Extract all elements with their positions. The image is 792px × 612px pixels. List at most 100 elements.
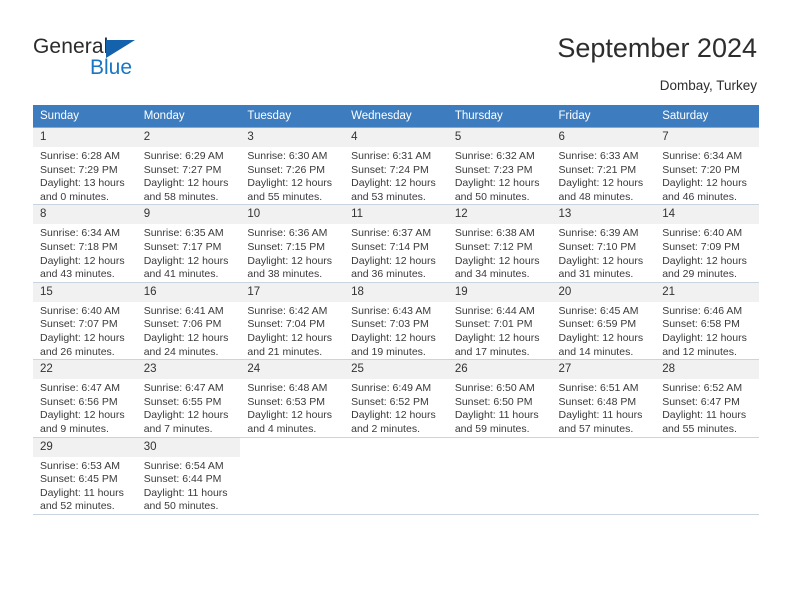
daylight-duration-line2: and 36 minutes.	[351, 268, 426, 281]
weekday-header-friday: Friday	[551, 105, 656, 128]
calendar-day-cell[interactable]: 11 Sunrise: 6:37 AM Sunset: 7:14 PM Dayligh…	[344, 204, 448, 283]
sunrise-time: Sunrise: 6:47 AM	[143, 382, 224, 395]
calendar-day-cell[interactable]: 14 Sunrise: 6:40 AM Sunset: 7:09 PM Dayligh…	[655, 204, 759, 283]
day-number	[655, 438, 759, 444]
sunrise-time: Sunrise: 6:32 AM	[454, 150, 535, 162]
calendar-day-cell[interactable]: 10 Sunrise: 6:36 AM Sunset: 7:15 PM Dayligh…	[240, 204, 345, 283]
daylight-duration-line1: Daylight: 12 hours	[351, 409, 436, 422]
sunrise-time: Sunrise: 6:54 AM	[143, 459, 224, 472]
calendar-day-cell[interactable]: 6 Sunrise: 6:33 AM Sunset: 7:21 PM Daylight…	[551, 126, 656, 206]
daylight-duration-line2: and 43 minutes.	[40, 268, 115, 281]
daylight-duration-line1: Daylight: 12 hours	[143, 254, 229, 267]
daylight-duration-line2: and 55 minutes.	[662, 422, 737, 435]
daylight-duration-line1: Daylight: 12 hours	[662, 254, 747, 267]
sunrise-time: Sunrise: 6:40 AM	[40, 304, 120, 317]
daylight-duration-line2: and 52 minutes.	[40, 500, 115, 513]
sunset-time: Sunset: 6:44 PM	[143, 473, 222, 486]
sunrise-time: Sunrise: 6:33 AM	[558, 150, 639, 162]
weekday-header-sunday: Sunday	[33, 105, 137, 128]
day-number: 14	[655, 205, 759, 225]
sunrise-time: Sunrise: 6:34 AM	[662, 150, 743, 162]
calendar-day-cell[interactable]: 26 Sunrise: 6:50 AM Sunset: 6:50 PM Dayligh…	[447, 359, 552, 438]
calendar-day-cell[interactable]: 18 Sunrise: 6:43 AM Sunset: 7:03 PM Dayligh…	[344, 281, 448, 361]
day-number: 15	[33, 282, 137, 302]
day-sun-info: Sunrise: 6:49 AM Sunset: 6:52 PM Daylight:…	[344, 379, 448, 436]
calendar-day-cell[interactable]: 27 Sunrise: 6:51 AM Sunset: 6:48 PM Dayligh…	[551, 359, 656, 438]
calendar-day-cell[interactable]: 5 Sunrise: 6:32 AM Sunset: 7:23 PM Daylight…	[447, 126, 552, 206]
daylight-duration-line1: Daylight: 12 hours	[143, 409, 229, 422]
calendar-cell-empty	[344, 436, 448, 515]
day-number	[552, 438, 656, 444]
calendar-day-cell[interactable]: 30 Sunrise: 6:54 AM Sunset: 6:44 PM Dayligh…	[136, 436, 241, 515]
calendar-day-cell[interactable]: 3 Sunrise: 6:30 AM Sunset: 7:26 PM Daylight…	[240, 126, 345, 206]
day-number: 29	[33, 437, 137, 457]
calendar-day-cell[interactable]: 7 Sunrise: 6:34 AM Sunset: 7:20 PM Daylight…	[655, 126, 759, 206]
calendar-day-cell[interactable]: 22 Sunrise: 6:47 AM Sunset: 6:56 PM Dayligh…	[33, 359, 137, 438]
daylight-duration-line1: Daylight: 12 hours	[454, 177, 540, 190]
calendar-day-cell[interactable]: 4 Sunrise: 6:31 AM Sunset: 7:24 PM Daylight…	[344, 126, 448, 206]
day-sun-info: Sunrise: 6:45 AM Sunset: 6:59 PM Daylight:…	[552, 302, 656, 359]
daylight-duration-line2: and 19 minutes.	[351, 345, 426, 358]
sunrise-time: Sunrise: 6:50 AM	[454, 382, 535, 395]
daylight-duration-line1: Daylight: 12 hours	[662, 177, 747, 190]
day-sun-info: Sunrise: 6:31 AM Sunset: 7:24 PM Daylight:…	[344, 147, 448, 204]
calendar-day-cell[interactable]: 9 Sunrise: 6:35 AM Sunset: 7:17 PM Daylight…	[136, 204, 241, 283]
brand-logo[interactable]: General Blue	[33, 36, 203, 84]
calendar-day-cell[interactable]: 19 Sunrise: 6:44 AM Sunset: 7:01 PM Dayligh…	[447, 281, 552, 361]
daylight-duration-line1: Daylight: 12 hours	[454, 331, 540, 344]
sunset-time: Sunset: 7:04 PM	[247, 318, 326, 331]
calendar-day-cell[interactable]: 25 Sunrise: 6:49 AM Sunset: 6:52 PM Dayligh…	[344, 359, 448, 438]
calendar-day-cell[interactable]: 29 Sunrise: 6:53 AM Sunset: 6:45 PM Dayligh…	[33, 436, 137, 515]
sunrise-time: Sunrise: 6:45 AM	[558, 304, 639, 317]
day-number: 30	[136, 437, 241, 457]
day-number: 22	[33, 360, 137, 380]
day-sun-info: Sunrise: 6:39 AM Sunset: 7:10 PM Daylight:…	[552, 224, 656, 281]
sunset-time: Sunset: 7:21 PM	[558, 163, 637, 176]
day-number: 19	[447, 282, 552, 302]
day-number: 20	[551, 282, 656, 302]
daylight-duration-line1: Daylight: 12 hours	[143, 177, 229, 190]
calendar-day-cell[interactable]: 8 Sunrise: 6:34 AM Sunset: 7:18 PM Daylight…	[33, 204, 137, 283]
sunset-time: Sunset: 7:03 PM	[351, 318, 429, 331]
calendar-day-cell[interactable]: 23 Sunrise: 6:47 AM Sunset: 6:55 PM Dayligh…	[136, 359, 241, 438]
sunset-time: Sunset: 6:52 PM	[351, 395, 429, 408]
sunset-time: Sunset: 7:18 PM	[40, 240, 118, 253]
calendar-day-cell[interactable]: 1 Sunrise: 6:28 AM Sunset: 7:29 PM Daylight…	[33, 126, 137, 206]
day-sun-info: Sunrise: 6:47 AM Sunset: 6:55 PM Daylight:…	[137, 379, 241, 436]
daylight-duration-line1: Daylight: 12 hours	[558, 254, 644, 267]
sunset-time: Sunset: 6:45 PM	[40, 473, 118, 486]
daylight-duration-line2: and 58 minutes.	[143, 190, 219, 203]
day-sun-info: Sunrise: 6:53 AM Sunset: 6:45 PM Daylight:…	[33, 457, 137, 514]
sunset-time: Sunset: 7:24 PM	[351, 163, 429, 176]
calendar-cell-empty	[447, 436, 552, 515]
day-sun-info: Sunrise: 6:40 AM Sunset: 7:09 PM Daylight:…	[655, 224, 759, 281]
calendar-day-cell[interactable]: 24 Sunrise: 6:48 AM Sunset: 6:53 PM Dayligh…	[240, 359, 345, 438]
calendar-day-cell[interactable]: 17 Sunrise: 6:42 AM Sunset: 7:04 PM Dayligh…	[240, 281, 345, 361]
day-number: 24	[240, 360, 345, 380]
calendar-day-cell[interactable]: 13 Sunrise: 6:39 AM Sunset: 7:10 PM Dayligh…	[551, 204, 656, 283]
day-sun-info: Sunrise: 6:47 AM Sunset: 6:56 PM Daylight:…	[33, 379, 137, 436]
calendar-day-cell[interactable]: 12 Sunrise: 6:38 AM Sunset: 7:12 PM Dayligh…	[447, 204, 552, 283]
calendar-day-cell[interactable]: 20 Sunrise: 6:45 AM Sunset: 6:59 PM Dayligh…	[551, 281, 656, 361]
sunrise-time: Sunrise: 6:40 AM	[662, 227, 743, 240]
day-number	[344, 438, 448, 444]
calendar-day-cell[interactable]: 2 Sunrise: 6:29 AM Sunset: 7:27 PM Daylight…	[136, 126, 241, 206]
sunrise-time: Sunrise: 6:53 AM	[40, 459, 120, 472]
sunset-time: Sunset: 7:06 PM	[143, 318, 222, 331]
daylight-duration-line2: and 4 minutes.	[247, 422, 317, 435]
calendar-day-cell[interactable]: 28 Sunrise: 6:52 AM Sunset: 6:47 PM Dayligh…	[655, 359, 759, 438]
day-sun-info: Sunrise: 6:52 AM Sunset: 6:47 PM Daylight:…	[655, 379, 759, 436]
calendar-day-cell[interactable]: 15 Sunrise: 6:40 AM Sunset: 7:07 PM Dayligh…	[33, 281, 137, 361]
calendar-day-cell[interactable]: 21 Sunrise: 6:46 AM Sunset: 6:58 PM Dayligh…	[655, 281, 759, 361]
calendar-day-cell[interactable]: 16 Sunrise: 6:41 AM Sunset: 7:06 PM Dayligh…	[136, 281, 241, 361]
sunset-time: Sunset: 6:50 PM	[454, 395, 533, 408]
calendar-week-row: 1 Sunrise: 6:28 AM Sunset: 7:29 PM Daylight…	[33, 126, 759, 206]
weekday-header-row: Sunday Monday Tuesday Wednesday Thursday…	[33, 105, 759, 128]
day-number: 9	[136, 205, 241, 225]
day-number: 13	[551, 205, 656, 225]
day-number: 7	[655, 128, 759, 147]
calendar-week-row: 22 Sunrise: 6:47 AM Sunset: 6:56 PM Dayligh…	[33, 359, 759, 438]
day-sun-info: Sunrise: 6:36 AM Sunset: 7:15 PM Daylight:…	[240, 224, 344, 281]
weekday-header-tuesday: Tuesday	[240, 105, 345, 128]
day-number: 12	[447, 205, 552, 225]
